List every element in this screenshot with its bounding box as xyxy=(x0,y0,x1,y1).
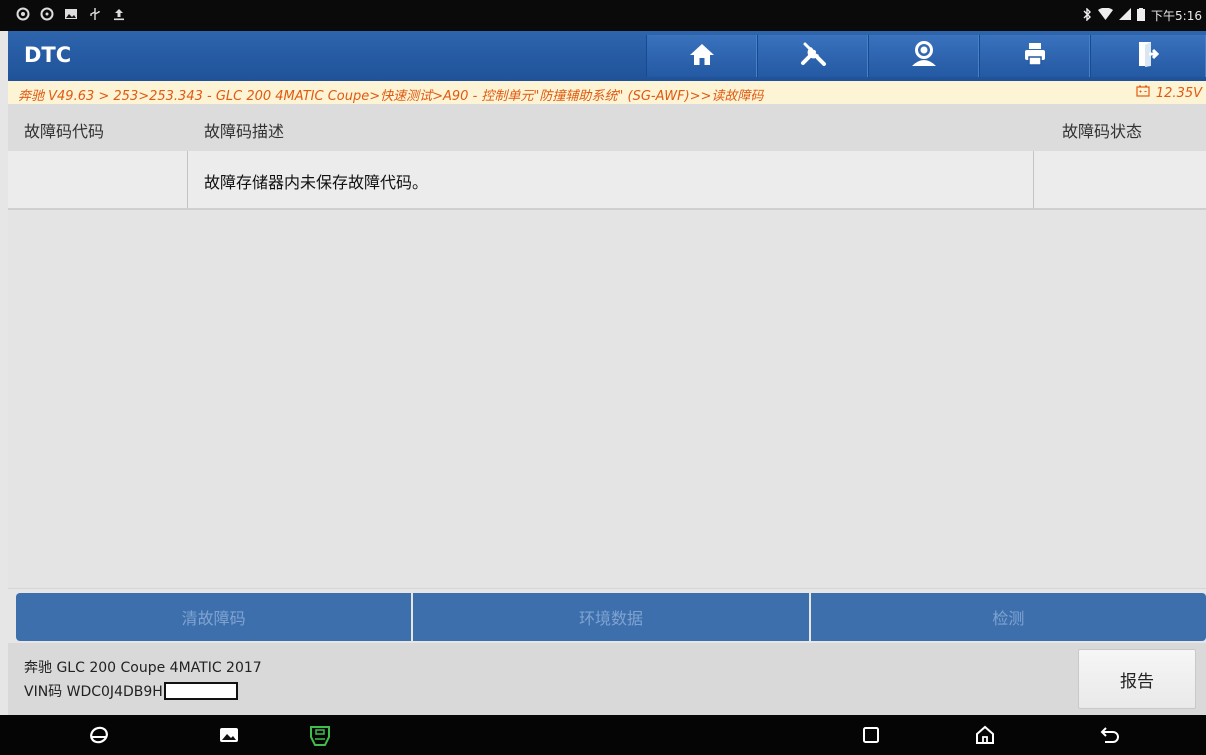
status-bar-right: 下午5:16 xyxy=(1082,6,1202,24)
freeze-frame-button[interactable]: 环境数据 xyxy=(413,593,811,641)
bluetooth-icon xyxy=(1082,6,1092,24)
vehicle-info-footer: 奔驰 GLC 200 Coupe 4MATIC 2017 VIN码 WDC0J4… xyxy=(8,643,1206,715)
image-icon xyxy=(64,7,78,21)
wifi-icon xyxy=(1098,7,1114,23)
column-divider xyxy=(1033,151,1034,208)
exit-button[interactable] xyxy=(1090,35,1206,77)
upload-icon xyxy=(112,7,126,21)
home-nav-icon[interactable] xyxy=(972,723,998,747)
notification-icon xyxy=(16,7,30,21)
breadcrumb: 奔驰 V49.63 > 253>253.343 - GLC 200 4MATIC… xyxy=(8,81,1206,104)
clear-codes-button[interactable]: 清故障码 xyxy=(16,593,414,641)
car-battery-icon xyxy=(1136,85,1150,101)
gallery-icon[interactable] xyxy=(216,723,242,747)
battery-icon xyxy=(1137,7,1146,24)
column-header-code: 故障码代码 xyxy=(24,122,105,141)
voltage-value: 12.35V xyxy=(1155,85,1202,101)
vin-line: VIN码 WDC0J4DB9H xyxy=(24,681,238,701)
column-header-description: 故障码描述 xyxy=(204,122,285,141)
exit-icon xyxy=(1137,41,1160,71)
browser-icon[interactable] xyxy=(86,723,112,747)
navigation-bar xyxy=(0,715,1206,755)
breadcrumb-path: 奔驰 V49.63 > 253>253.343 - GLC 200 4MATIC… xyxy=(18,89,764,104)
recent-apps-icon[interactable] xyxy=(858,723,884,747)
print-icon xyxy=(1023,42,1047,70)
action-bar: 清故障码 环境数据 检测 xyxy=(16,593,1206,641)
status-bar: 下午5:16 xyxy=(0,0,1206,31)
vin-label: VIN码 WDC0J4DB9H xyxy=(24,684,163,700)
home-icon xyxy=(689,42,715,70)
vci-icon[interactable] xyxy=(307,723,333,747)
user-button[interactable] xyxy=(868,35,979,77)
report-button[interactable]: 报告 xyxy=(1078,649,1196,709)
notification-icon-2 xyxy=(40,7,54,21)
print-button[interactable] xyxy=(979,35,1090,77)
back-icon[interactable] xyxy=(1097,723,1123,747)
table-row[interactable]: 故障存储器内未保存故障代码。 xyxy=(8,151,1206,210)
tools-button[interactable] xyxy=(757,35,868,77)
dtc-list-area xyxy=(8,210,1206,589)
signal-icon xyxy=(1119,8,1132,23)
dtc-description-cell: 故障存储器内未保存故障代码。 xyxy=(204,173,429,192)
check-button[interactable]: 检测 xyxy=(810,593,1206,641)
column-header-status: 故障码状态 xyxy=(1062,122,1143,141)
usb-icon xyxy=(88,7,102,21)
status-bar-left xyxy=(16,7,126,21)
column-divider xyxy=(187,151,188,208)
battery-voltage: 12.35V xyxy=(1136,85,1202,101)
vehicle-name: 奔驰 GLC 200 Coupe 4MATIC 2017 xyxy=(24,660,262,676)
vin-redaction-box xyxy=(163,682,238,700)
home-button[interactable] xyxy=(646,35,757,77)
page-title: DTC xyxy=(24,43,72,67)
status-time: 下午5:16 xyxy=(1151,9,1202,23)
user-icon xyxy=(910,41,938,71)
tools-icon xyxy=(799,41,827,71)
app-header: DTC xyxy=(8,31,1206,81)
table-header: 故障码代码 故障码描述 故障码状态 xyxy=(8,104,1206,152)
